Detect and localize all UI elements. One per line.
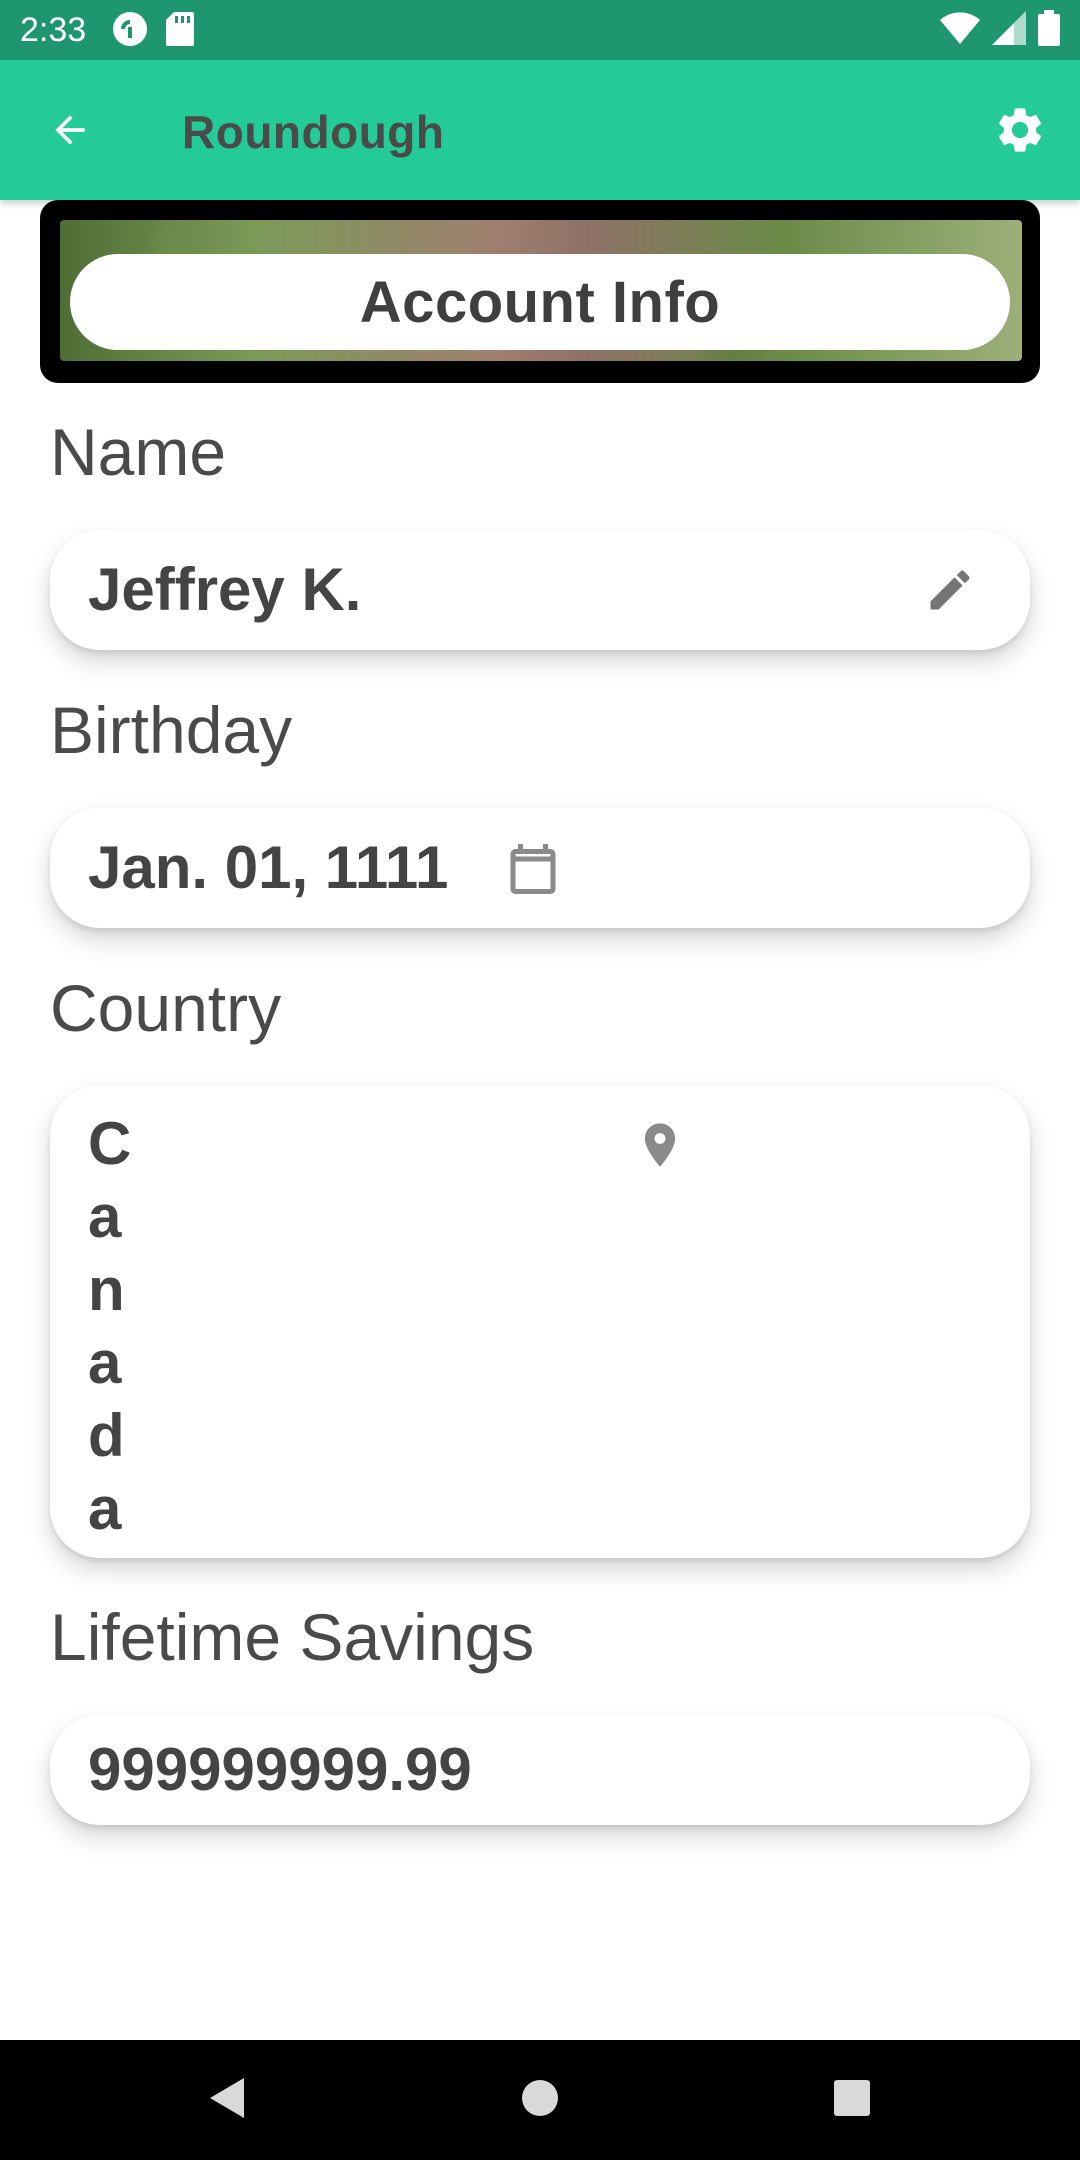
nav-back-button[interactable] [166, 2040, 286, 2160]
sd-card-icon [166, 12, 194, 51]
nav-recents-button[interactable] [792, 2040, 912, 2160]
signal-icon [992, 11, 1026, 50]
triangle-back-icon [206, 2076, 246, 2125]
birthday-field[interactable]: Jan. 01, 1111 [50, 808, 1030, 928]
name-value: Jeffrey K. [88, 556, 362, 623]
birthday-value: Jan. 01, 1111 [88, 834, 449, 901]
country-label: Country [50, 971, 282, 1045]
pencil-icon[interactable] [920, 560, 980, 620]
name-label: Name [50, 415, 227, 489]
nav-home-button[interactable] [480, 2040, 600, 2160]
settings-button[interactable] [990, 102, 1050, 162]
gear-icon [993, 103, 1047, 162]
lifetime-savings-value: 999999999.99 [88, 1736, 472, 1803]
banner-photo: Account Info [60, 220, 1022, 361]
app-title: Roundough [182, 106, 445, 158]
country-field[interactable]: Canada [50, 1085, 1030, 1558]
status-notification-icons [112, 11, 194, 52]
country-value: Canada [88, 1110, 132, 1542]
square-recents-icon [833, 2079, 871, 2122]
status-system-icons [940, 10, 1060, 51]
status-time: 2:33 [20, 11, 87, 49]
pocket-casts-icon [112, 11, 148, 52]
wifi-icon [940, 11, 980, 50]
account-info-banner: Account Info [40, 200, 1040, 383]
back-button[interactable] [42, 104, 98, 160]
banner-title-pill: Account Info [70, 254, 1010, 350]
system-nav-bar [0, 2040, 1080, 2160]
battery-icon [1038, 10, 1060, 51]
birthday-label: Birthday [50, 693, 293, 767]
lifetime-savings-field: 999999999.99 [50, 1715, 1030, 1825]
status-bar: 2:33 [0, 0, 1080, 60]
app-bar: Roundough [0, 60, 1080, 200]
name-field[interactable]: Jeffrey K. [50, 530, 1030, 650]
map-pin-icon[interactable] [630, 1115, 690, 1175]
banner-title: Account Info [359, 269, 721, 335]
calendar-icon[interactable] [500, 836, 566, 902]
circle-home-icon [520, 2078, 560, 2123]
lifetime-savings-label: Lifetime Savings [50, 1600, 535, 1674]
arrow-left-icon [48, 108, 92, 157]
